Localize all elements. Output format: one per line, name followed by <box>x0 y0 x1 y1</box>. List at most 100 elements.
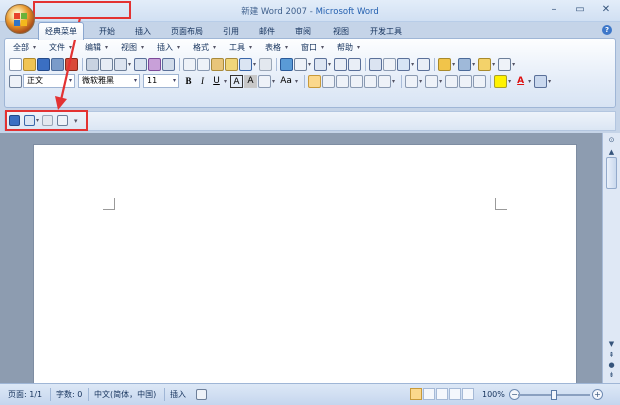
chevron-down-icon[interactable]: ▾ <box>452 61 455 68</box>
minimize-button[interactable]: – <box>548 4 560 16</box>
tab-review[interactable]: 审阅 <box>288 24 318 39</box>
draft-view-icon[interactable] <box>462 388 474 400</box>
macro-recording-icon[interactable] <box>196 389 207 400</box>
justify-icon[interactable] <box>350 74 364 88</box>
envelope-icon[interactable] <box>498 57 512 71</box>
char-shading-button[interactable]: A <box>244 74 258 88</box>
tab-page-layout[interactable]: 页面布局 <box>166 24 208 39</box>
office-button[interactable] <box>5 4 35 34</box>
zoom-icon[interactable] <box>397 57 411 71</box>
spelling-icon[interactable] <box>134 57 148 71</box>
save-icon[interactable] <box>37 57 50 71</box>
bold-button[interactable]: B <box>182 75 195 88</box>
scroll-up-icon[interactable]: ▲ <box>606 147 617 157</box>
cut-icon[interactable] <box>183 57 197 71</box>
char-border-button[interactable]: A <box>230 74 244 88</box>
tables-borders-icon[interactable] <box>294 57 308 71</box>
insert-mode[interactable]: 插入 <box>170 389 186 401</box>
new-document-icon[interactable] <box>9 57 22 71</box>
chevron-down-icon[interactable]: ▾ <box>411 61 414 68</box>
word-count-icon[interactable] <box>162 57 176 71</box>
menu-all[interactable]: 全部 <box>9 42 37 54</box>
next-page-icon[interactable]: ⇟ <box>606 370 617 380</box>
document-map-icon[interactable] <box>369 57 383 71</box>
italic-button[interactable]: I <box>196 75 209 88</box>
tab-insert[interactable]: 插入 <box>128 24 158 39</box>
tab-references[interactable]: 引用 <box>216 24 246 39</box>
previous-page-icon[interactable]: ⇞ <box>606 350 617 360</box>
select-browse-object-icon[interactable]: ● <box>606 360 617 370</box>
numbering-icon[interactable] <box>405 74 419 88</box>
help-icon[interactable]: ? <box>602 25 612 35</box>
style-pane-icon[interactable] <box>9 74 22 88</box>
font-size-select[interactable]: 11 <box>143 74 179 88</box>
asian-layout-icon[interactable] <box>258 74 272 88</box>
zoom-slider-thumb[interactable] <box>551 390 557 400</box>
chevron-down-icon[interactable]: ▾ <box>128 61 131 68</box>
menu-insert[interactable]: 插入 <box>153 42 181 54</box>
chevron-down-icon[interactable]: ▾ <box>439 78 442 85</box>
redo-icon[interactable] <box>259 57 273 71</box>
document-page[interactable] <box>33 144 577 384</box>
decrease-indent-icon[interactable] <box>445 74 459 88</box>
distributed-icon[interactable] <box>364 74 378 88</box>
scroll-down-icon[interactable]: ▼ <box>606 339 617 349</box>
copy-icon[interactable] <box>197 57 211 71</box>
tab-mailings[interactable]: 邮件 <box>252 24 282 39</box>
chevron-down-icon[interactable]: ▾ <box>253 61 256 68</box>
menu-window[interactable]: 窗口 <box>297 42 325 54</box>
chevron-down-icon[interactable]: ▾ <box>419 78 422 85</box>
open-folder-icon[interactable] <box>23 57 36 71</box>
undo-icon[interactable] <box>239 57 253 71</box>
full-screen-reading-view-icon[interactable] <box>423 388 435 400</box>
print-layout-view-icon[interactable] <box>410 388 422 400</box>
read-mode-icon[interactable] <box>438 57 452 71</box>
format-painter-icon[interactable] <box>225 57 239 71</box>
menu-help[interactable]: 帮助 <box>333 42 361 54</box>
close-button[interactable]: ✕ <box>600 4 612 16</box>
tab-view[interactable]: 视图 <box>326 24 356 39</box>
research-icon[interactable] <box>114 57 127 71</box>
vertical-scrollbar[interactable]: ⊙ ▲ ▼ ⇞ ● ⇟ <box>602 133 620 383</box>
print-preview-icon[interactable] <box>100 57 113 71</box>
theme-icon[interactable] <box>478 57 492 71</box>
chevron-down-icon[interactable]: ▾ <box>392 78 395 85</box>
show-hide-icon[interactable] <box>383 57 397 71</box>
tab-developer[interactable]: 开发工具 <box>364 24 408 39</box>
insert-table-icon[interactable] <box>314 57 328 71</box>
full-screen-icon[interactable] <box>417 57 431 71</box>
chevron-down-icon[interactable]: ▾ <box>272 78 275 85</box>
outline-view-icon[interactable] <box>449 388 461 400</box>
zoom-in-button[interactable]: + <box>592 389 603 400</box>
web-layout-view-icon[interactable] <box>436 388 448 400</box>
menu-view[interactable]: 视图 <box>117 42 145 54</box>
chevron-down-icon[interactable]: ▾ <box>512 61 515 68</box>
line-spacing-icon[interactable] <box>378 74 392 88</box>
bullets-icon[interactable] <box>425 74 439 88</box>
styles-icon[interactable] <box>458 57 472 71</box>
align-left-icon[interactable] <box>308 74 322 88</box>
chevron-down-icon[interactable]: ▾ <box>492 61 495 68</box>
menu-format[interactable]: 格式 <box>189 42 217 54</box>
menu-table[interactable]: 表格 <box>261 42 289 54</box>
chevron-down-icon[interactable]: ▾ <box>308 61 311 68</box>
thesaurus-icon[interactable] <box>148 57 162 71</box>
text-effects-icon[interactable] <box>534 74 548 88</box>
ruler-toggle-icon[interactable]: ⊙ <box>606 135 617 145</box>
word-count[interactable]: 字数: 0 <box>56 389 82 401</box>
chevron-down-icon[interactable]: ▾ <box>328 61 331 68</box>
highlight-icon[interactable] <box>494 74 508 88</box>
change-case-button[interactable]: Aa <box>278 75 294 88</box>
align-right-icon[interactable] <box>336 74 350 88</box>
align-center-icon[interactable] <box>322 74 336 88</box>
tab-home[interactable]: 开始 <box>92 24 122 39</box>
language-indicator[interactable]: 中文(简体，中国) <box>94 389 156 401</box>
scroll-thumb[interactable] <box>606 157 617 189</box>
chevron-down-icon[interactable]: ▾ <box>224 78 227 85</box>
page-count[interactable]: 页面: 1/1 <box>8 389 42 401</box>
chevron-down-icon[interactable]: ▾ <box>508 78 511 85</box>
sort-icon[interactable] <box>473 74 487 88</box>
paste-icon[interactable] <box>211 57 225 71</box>
increase-indent-icon[interactable] <box>459 74 473 88</box>
drawing-icon[interactable] <box>348 57 362 71</box>
